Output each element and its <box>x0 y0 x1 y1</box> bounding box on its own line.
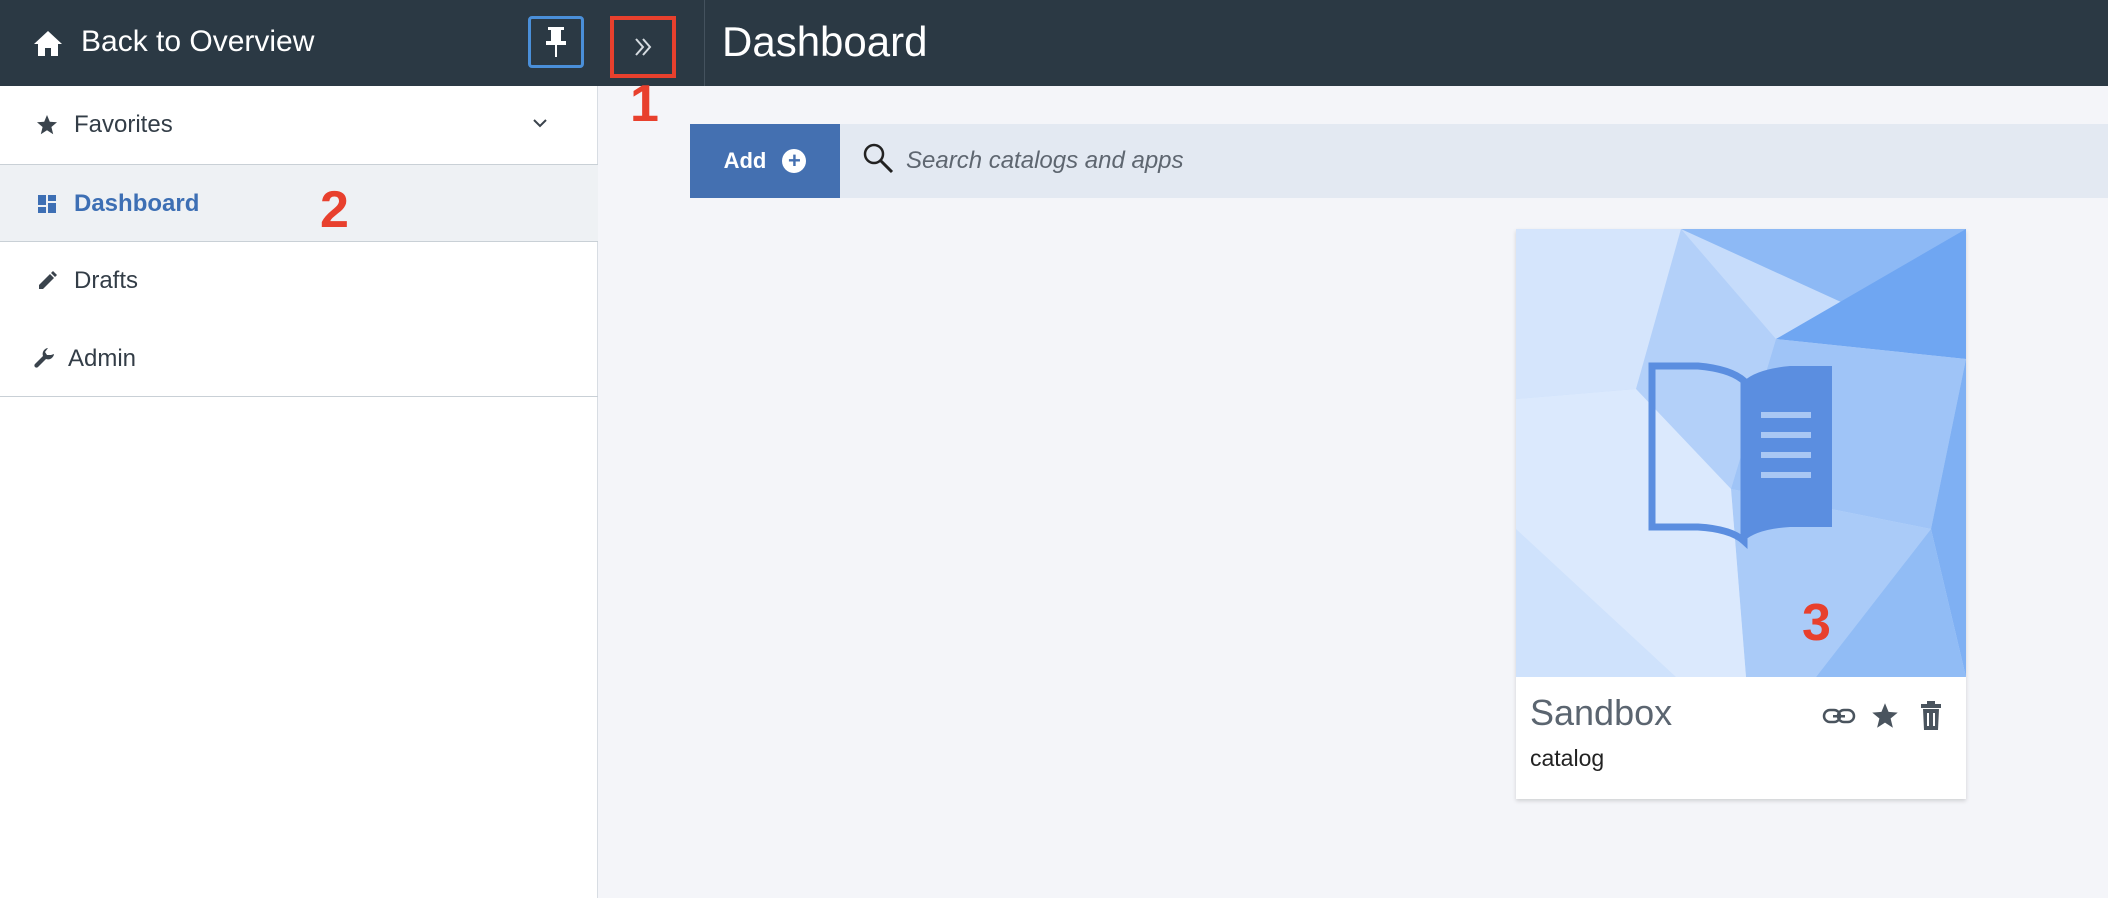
wrench-icon <box>34 348 54 368</box>
annotation-3: 3 <box>1802 594 1831 652</box>
back-to-overview-link[interactable]: Back to Overview <box>81 22 314 62</box>
catalog-card[interactable]: 3 Sandbox catalog <box>1516 229 1966 799</box>
sidebar-divider <box>0 396 598 397</box>
card-subtitle: catalog <box>1530 745 1605 771</box>
favorite-button[interactable] <box>1868 699 1902 733</box>
annotation-2: 2 <box>320 181 349 239</box>
sidebar-item-label: Dashboard <box>74 190 200 217</box>
sidebar-item-label: Admin <box>68 345 137 372</box>
top-bar-divider <box>704 0 705 86</box>
sidebar-header: Back to Overview <box>0 0 599 86</box>
trash-icon <box>1921 701 1941 730</box>
sidebar-item-label: Drafts <box>74 267 139 294</box>
search-icon <box>863 143 894 174</box>
dashboard-icon <box>38 195 56 213</box>
sidebar-item-favorites[interactable]: Favorites <box>0 86 598 164</box>
page-title: Dashboard <box>722 18 928 65</box>
sidebar-item-admin[interactable]: Admin <box>0 320 598 396</box>
search-input[interactable] <box>906 141 2056 181</box>
pin-icon <box>546 27 566 57</box>
expand-sidebar-button[interactable] <box>610 16 676 78</box>
add-button-label: Add <box>723 148 767 173</box>
sidebar-item-label: Favorites <box>74 111 173 138</box>
annotation-1: 1 <box>630 75 659 133</box>
star-icon <box>37 115 57 135</box>
chevron-down-icon[interactable] <box>531 116 549 130</box>
home-icon[interactable] <box>33 29 63 57</box>
sidebar-nav: Favorites Dashboard Drafts Admin <box>0 86 598 397</box>
catalog-card-image <box>1516 229 1966 677</box>
add-button[interactable]: Add + <box>690 124 840 198</box>
sidebar-item-dashboard[interactable]: Dashboard <box>0 164 598 242</box>
card-title: Sandbox <box>1530 692 1673 733</box>
plus-icon: + <box>782 149 807 173</box>
star-icon <box>1872 703 1898 728</box>
link-button[interactable] <box>1822 699 1856 733</box>
delete-button[interactable] <box>1914 699 1948 733</box>
top-bar: Dashboard <box>598 0 2108 86</box>
sidebar-item-drafts[interactable]: Drafts <box>0 242 598 320</box>
card-actions <box>1822 699 1948 733</box>
sidebar: Back to Overview Favorites Dashboard Dra… <box>0 0 599 898</box>
double-chevron-right-icon <box>635 38 652 56</box>
pencil-icon <box>39 271 57 289</box>
search-bar <box>840 124 2108 198</box>
pin-button[interactable] <box>528 16 584 68</box>
link-icon <box>1822 708 1856 724</box>
